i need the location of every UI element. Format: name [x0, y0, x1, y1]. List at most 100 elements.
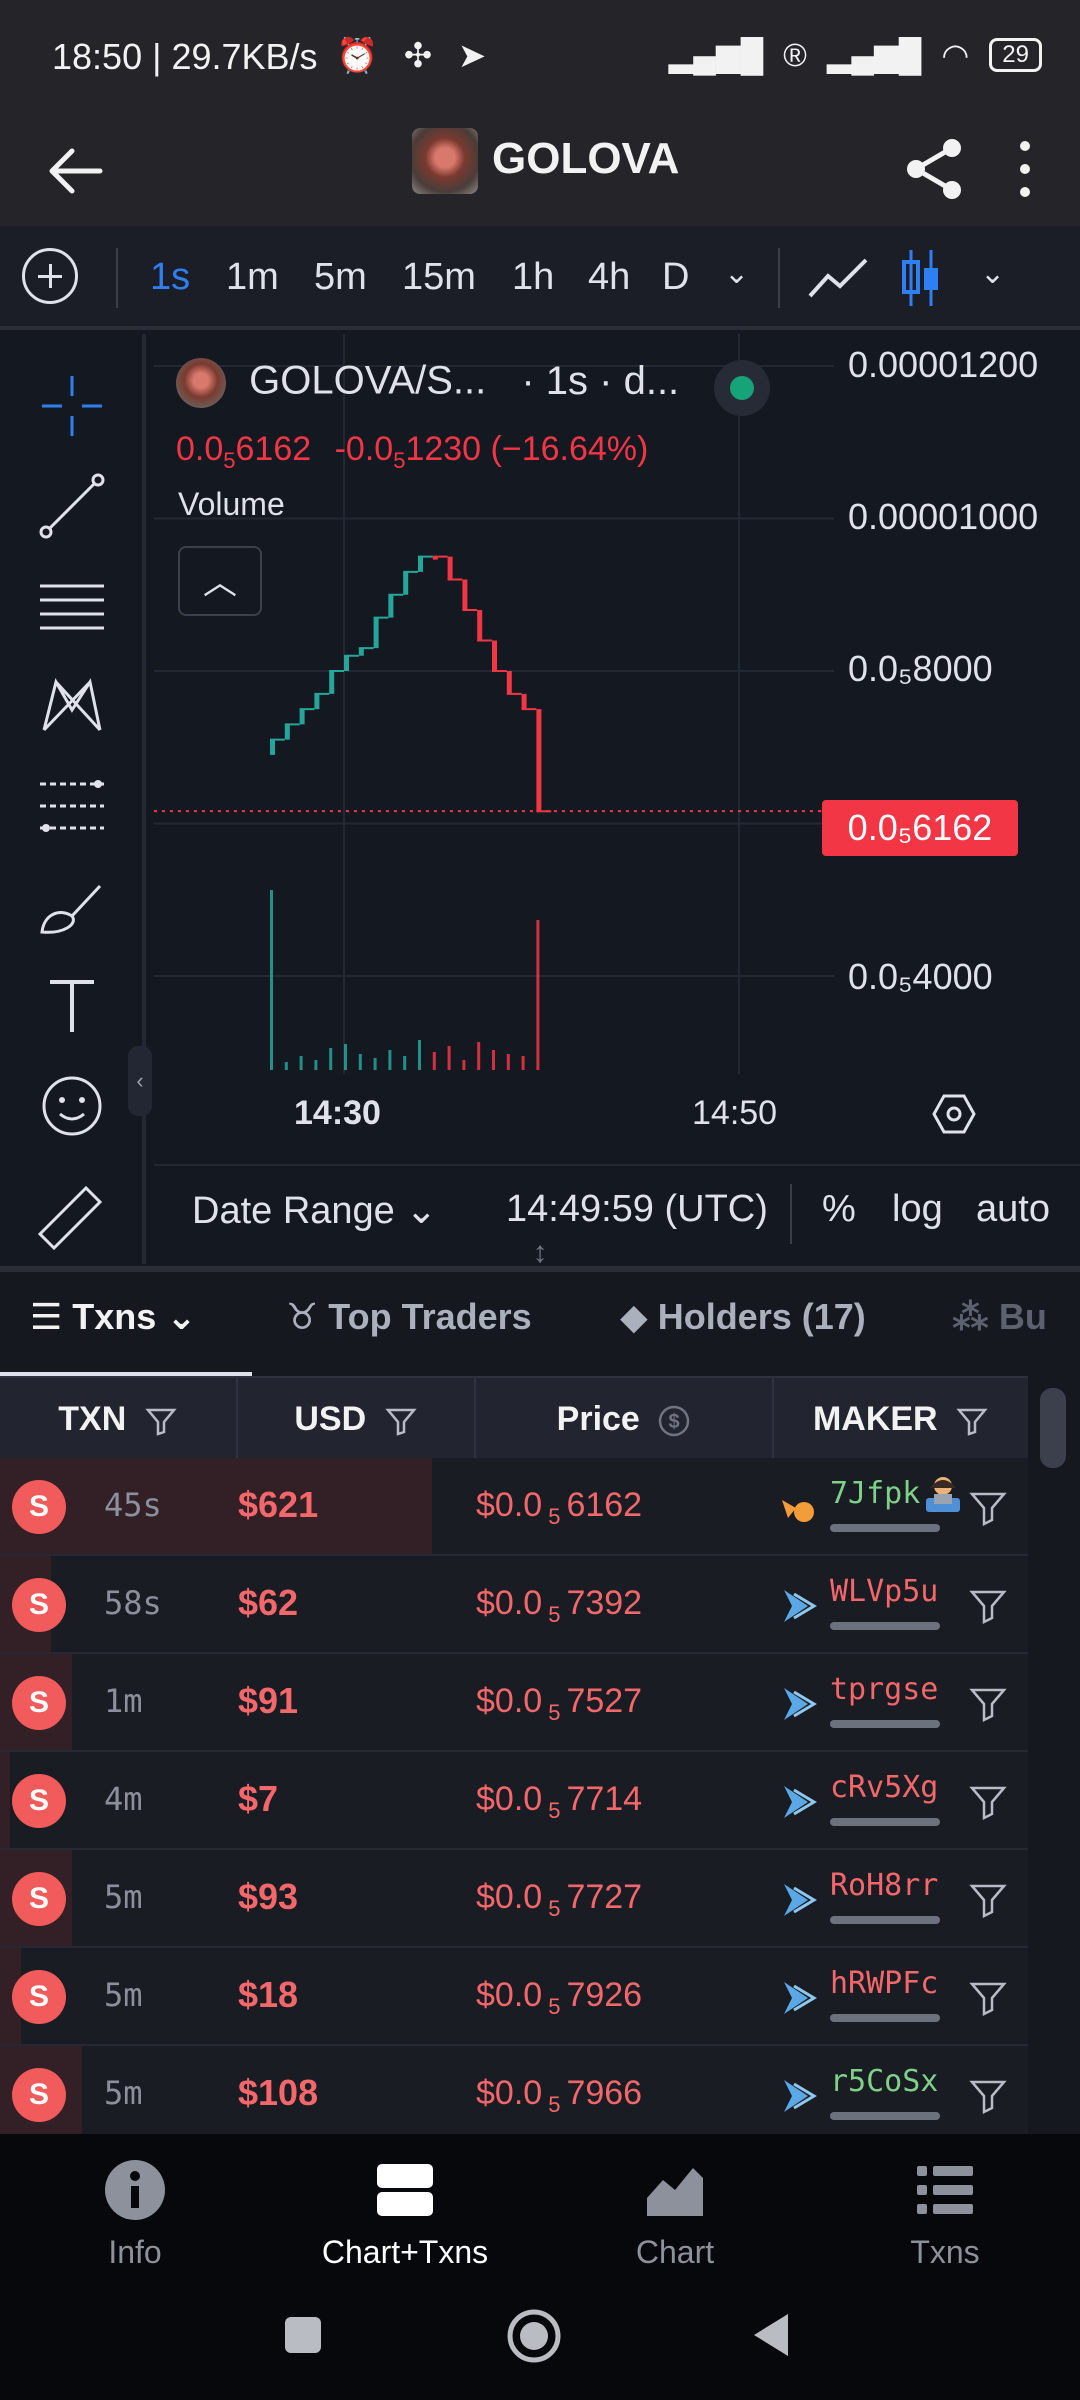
col-price[interactable]: Price $ — [476, 1378, 774, 1460]
share-icon[interactable] — [900, 134, 970, 204]
timeframe-dropdown-icon[interactable]: ⌄ — [724, 256, 749, 291]
sell-badge: S — [12, 1676, 66, 1730]
ruler-icon[interactable] — [34, 1174, 110, 1250]
blue-arrow-icon — [784, 1982, 817, 2014]
dollar-circle-icon[interactable]: $ — [657, 1404, 691, 1438]
brush-icon[interactable] — [34, 868, 110, 944]
pattern-icon[interactable] — [34, 668, 110, 744]
maker-address[interactable]: tprgse — [830, 1672, 938, 1707]
maker-address[interactable]: hRWPFc — [830, 1966, 938, 2001]
filter-icon[interactable] — [968, 2076, 1008, 2116]
filter-icon[interactable] — [968, 1488, 1008, 1528]
timeframe-1s[interactable]: 1s — [150, 256, 190, 299]
nav-info[interactable]: Info — [0, 2134, 270, 2284]
recents-icon[interactable] — [282, 2314, 324, 2356]
collapse-legend-button[interactable]: ︿ — [178, 546, 262, 616]
line-chart-icon[interactable] — [806, 250, 870, 306]
table-row[interactable]: S 4m $7 $0.0 5 7714 cRv5Xg — [0, 1752, 1028, 1850]
signal-icon-2: ▂▄▆█ — [826, 37, 922, 73]
back-icon[interactable] — [748, 2310, 794, 2360]
maker-address[interactable]: RoH8rr — [830, 1868, 938, 1903]
text-icon[interactable] — [34, 968, 110, 1044]
timeframe-1h[interactable]: 1h — [512, 256, 554, 299]
timeframe-1m[interactable]: 1m — [226, 256, 279, 299]
filter-icon[interactable] — [955, 1404, 989, 1438]
txn-price-rest: 7727 — [566, 1878, 643, 1916]
auto-toggle[interactable]: auto — [976, 1188, 1050, 1231]
table-row[interactable]: S 58s $62 $0.0 5 7392 WLVp5u — [0, 1556, 1028, 1654]
y-axis-label: 0.0₅8000 — [848, 648, 993, 689]
tab-top-traders[interactable]: ♉ Top Traders — [286, 1296, 532, 1338]
col-usd-label: USD — [294, 1400, 367, 1438]
add-indicator-icon[interactable] — [22, 248, 78, 304]
maker-address[interactable]: r5CoSx — [830, 2064, 938, 2099]
legend-symbol: GOLOVA/S... — [249, 358, 487, 403]
legend-change-main: -0.0 — [334, 430, 394, 468]
date-range-button[interactable]: Date Range ⌄ — [192, 1188, 437, 1233]
timeframe-5m[interactable]: 5m — [314, 256, 367, 299]
maker-address[interactable]: WLVp5u — [830, 1574, 938, 1609]
maker-address[interactable]: cRv5Xg — [830, 1770, 938, 1805]
candle — [506, 671, 512, 694]
txn-price-main: $0.0 — [476, 1486, 543, 1524]
txn-usd: $621 — [238, 1484, 319, 1525]
filter-icon[interactable] — [144, 1404, 178, 1438]
timeframe-15m[interactable]: 15m — [402, 256, 476, 299]
filter-icon[interactable] — [968, 1880, 1008, 1920]
table-row[interactable]: S 5m $108 $0.0 5 7966 r5CoSx — [0, 2046, 1028, 2134]
filter-icon[interactable] — [968, 1684, 1008, 1724]
collapse-rail-button[interactable]: ‹ — [128, 1046, 152, 1116]
txn-price: $0.0 5 7966 — [476, 2074, 642, 2118]
fib-icon[interactable] — [34, 768, 110, 844]
crosshair-icon[interactable] — [34, 368, 110, 444]
candle — [388, 594, 394, 618]
tab-txns[interactable]: ☰ Txns ⌄ — [30, 1296, 197, 1338]
filter-icon[interactable] — [968, 1782, 1008, 1822]
trend-line-icon[interactable] — [34, 468, 110, 544]
bottom-navigation: Info Chart+Txns Chart Txns — [0, 2134, 1080, 2284]
log-toggle[interactable]: log — [892, 1188, 943, 1231]
txn-price: $0.0 5 7727 — [476, 1878, 642, 1922]
txn-usd: $91 — [238, 1680, 299, 1721]
col-maker[interactable]: MAKER — [774, 1378, 1028, 1460]
nav-chart-txns[interactable]: Chart+Txns — [270, 2134, 540, 2284]
candle — [314, 693, 320, 710]
back-arrow-icon[interactable] — [40, 136, 110, 206]
split-view-icon — [377, 2164, 433, 2216]
live-status-dot — [714, 360, 770, 416]
filter-icon[interactable] — [968, 1978, 1008, 2018]
chart-settings-icon[interactable] — [930, 1090, 978, 1138]
percent-toggle[interactable]: % — [822, 1188, 856, 1231]
status-time: 18:50 | 29.7KB/s — [52, 36, 318, 77]
table-scrollbar[interactable] — [1040, 1388, 1066, 1468]
maker-address[interactable]: 7Jfpk — [830, 1476, 920, 1511]
table-row[interactable]: S 5m $18 $0.0 5 7926 hRWPFc — [0, 1948, 1028, 2046]
horizontal-lines-icon[interactable] — [34, 568, 110, 644]
row-volume-shade — [0, 1752, 10, 1848]
more-options-icon[interactable] — [1000, 134, 1050, 204]
chart-icon — [647, 2168, 703, 2216]
filter-icon[interactable] — [968, 1586, 1008, 1626]
table-row[interactable]: S 1m $91 $0.0 5 7527 tprgse — [0, 1654, 1028, 1752]
app-header: GOLOVA — [0, 116, 1080, 226]
table-row[interactable]: S 5m $93 $0.0 5 7727 RoH8rr — [0, 1850, 1028, 1948]
col-txn[interactable]: TXN — [0, 1378, 238, 1460]
col-usd[interactable]: USD — [238, 1378, 476, 1460]
tab-holders[interactable]: ◆ Holders (17) — [620, 1296, 866, 1338]
timeframe-d[interactable]: D — [662, 256, 689, 299]
nav-chart[interactable]: Chart — [540, 2134, 810, 2284]
chart-type-dropdown-icon[interactable]: ⌄ — [980, 256, 1005, 291]
filter-icon[interactable] — [384, 1404, 418, 1438]
table-row[interactable]: S 45s $621 $0.0 5 6162 7Jfpk — [0, 1458, 1028, 1556]
candlestick-icon[interactable] — [900, 246, 942, 310]
sell-badge: S — [12, 1872, 66, 1926]
nav-txns[interactable]: Txns — [810, 2134, 1080, 2284]
tab-bubblemaps[interactable]: ⁂ Bu — [952, 1296, 1047, 1338]
home-icon[interactable] — [506, 2308, 562, 2364]
txn-price-rest: 7966 — [566, 2074, 643, 2112]
tab-bubblemaps-label: Bu — [998, 1296, 1047, 1337]
txn-price: $0.0 5 7527 — [476, 1682, 642, 1726]
emoji-icon[interactable] — [34, 1068, 110, 1144]
sell-badge: S — [12, 1578, 66, 1632]
timeframe-4h[interactable]: 4h — [588, 256, 630, 299]
